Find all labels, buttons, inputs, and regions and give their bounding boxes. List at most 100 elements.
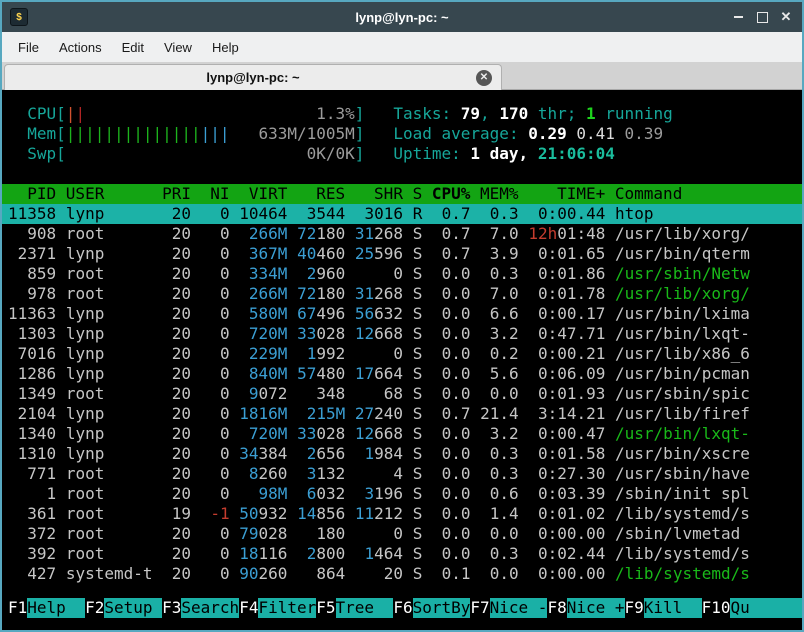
- cell-time: 0:02.44: [528, 544, 605, 563]
- process-row[interactable]: 1310 lynp 20 0 34384 2656 1984 S 0.0 0.3…: [2, 444, 802, 464]
- cell-pri: 20: [162, 484, 191, 503]
- text-run: [8, 124, 27, 143]
- process-row[interactable]: 11363 lynp 20 0 580M 67496 56632 S 0.0 6…: [2, 304, 802, 324]
- text-run: [519, 324, 529, 343]
- process-row[interactable]: 372 root 20 0 79028 180 0 S 0.0 0.0 0:00…: [2, 524, 802, 544]
- column-header-pri[interactable]: PRI: [162, 184, 201, 203]
- mem-meter-label: Mem[: [27, 124, 66, 143]
- process-row[interactable]: 1349 root 20 0 9072 348 68 S 0.0 0.0 0:0…: [2, 384, 802, 404]
- maximize-icon[interactable]: [756, 11, 768, 23]
- titlebar[interactable]: $ lynp@lyn-pc: ~ ✕: [2, 2, 802, 32]
- column-header-time[interactable]: TIME+: [528, 184, 615, 203]
- cell-mempct: 0.3: [480, 264, 519, 283]
- cell-ni: 0: [201, 544, 230, 563]
- cell-mem: 268: [374, 224, 403, 243]
- summary-text: Uptime:: [393, 144, 470, 163]
- cell-command: htop: [615, 204, 654, 223]
- cell-mem: 0: [355, 264, 403, 283]
- process-row[interactable]: 427 systemd-t 20 0 90260 864 20 S 0.1 0.…: [2, 564, 802, 584]
- column-header-mem[interactable]: MEM%: [480, 184, 528, 203]
- text-run: [153, 344, 163, 363]
- text-run: [403, 464, 413, 483]
- text-run: [56, 304, 66, 323]
- process-row[interactable]: 392 root 20 0 18116 2800 1464 S 0.0 0.3 …: [2, 544, 802, 564]
- fkey-f1-label[interactable]: Help: [27, 598, 85, 618]
- fkey-f8-label[interactable]: Nice +: [567, 598, 625, 618]
- summary-text: 170: [499, 104, 528, 123]
- text-run: [287, 484, 297, 503]
- text-run: [471, 304, 481, 323]
- text-run: [345, 364, 355, 383]
- column-header-command[interactable]: Command: [615, 184, 682, 203]
- text-run: [153, 304, 163, 323]
- fkey-f9[interactable]: F9: [625, 598, 644, 618]
- cell-mem: 196: [374, 484, 403, 503]
- text-run: [403, 484, 413, 503]
- menu-file[interactable]: File: [8, 35, 49, 60]
- text-run: [345, 504, 355, 523]
- fkey-f5-label[interactable]: Tree: [336, 598, 394, 618]
- terminal-screen[interactable]: CPU[|| 1.3%] Tasks: 79, 170 thr; 1 runni…: [2, 90, 802, 630]
- tab-terminal[interactable]: lynp@lyn-pc: ~ ✕: [4, 64, 502, 90]
- menu-help[interactable]: Help: [202, 35, 249, 60]
- process-row[interactable]: 1 root 20 0 98M 6032 3196 S 0.0 0.6 0:03…: [2, 484, 802, 504]
- fkey-f1[interactable]: F1: [8, 598, 27, 618]
- fkey-f6-label[interactable]: SortBy: [413, 598, 471, 618]
- process-row[interactable]: 361 root 19 -1 50932 14856 11212 S 0.0 1…: [2, 504, 802, 524]
- column-header-virt[interactable]: VIRT: [239, 184, 297, 203]
- text-run: [56, 384, 66, 403]
- column-header-ni[interactable]: NI: [201, 184, 240, 203]
- text-run: [153, 224, 163, 243]
- process-row[interactable]: 7016 lynp 20 0 229M 1992 0 S 0.0 0.2 0:0…: [2, 344, 802, 364]
- cell-mem: 384: [259, 444, 288, 463]
- process-row[interactable]: 908 root 20 0 266M 72180 31268 S 0.7 7.0…: [2, 224, 802, 244]
- fkey-f7-label[interactable]: Nice -: [490, 598, 548, 618]
- tab-close-icon[interactable]: ✕: [476, 70, 492, 86]
- fkey-f6[interactable]: F6: [393, 598, 412, 618]
- menu-edit[interactable]: Edit: [112, 35, 154, 60]
- process-row[interactable]: 11358 lynp 20 0 10464 3544 3016 R 0.7 0.…: [2, 204, 802, 224]
- text-run: [422, 484, 432, 503]
- column-header-pid[interactable]: PID: [8, 184, 66, 203]
- column-header-shr[interactable]: SHR: [355, 184, 413, 203]
- cell-state: S: [413, 504, 423, 523]
- fkey-f3[interactable]: F3: [162, 598, 181, 618]
- fkey-f8[interactable]: F8: [547, 598, 566, 618]
- cell-mem: 632: [374, 304, 403, 323]
- process-row[interactable]: 859 root 20 0 334M 2960 0 S 0.0 0.3 0:01…: [2, 264, 802, 284]
- text-run: [345, 204, 355, 223]
- text-run: [403, 544, 413, 563]
- column-header-s[interactable]: S: [413, 184, 432, 203]
- cell-user: root: [66, 264, 153, 283]
- fkey-f4[interactable]: F4: [239, 598, 258, 618]
- summary-text: Load average:: [393, 124, 528, 143]
- fkey-f2-label[interactable]: Setup: [104, 598, 162, 618]
- cell-mem: 14: [297, 504, 316, 523]
- fkey-f9-label[interactable]: Kill: [644, 598, 702, 618]
- process-row[interactable]: 2371 lynp 20 0 367M 40460 25596 S 0.7 3.…: [2, 244, 802, 264]
- close-icon[interactable]: ✕: [780, 11, 792, 23]
- fkey-f10-label[interactable]: Qu: [730, 598, 802, 618]
- process-row[interactable]: 1340 lynp 20 0 720M 33028 12668 S 0.0 3.…: [2, 424, 802, 444]
- summary-text: 0.29: [528, 124, 576, 143]
- column-header-user[interactable]: USER: [66, 184, 162, 203]
- column-header-cpu[interactable]: CPU%: [432, 184, 480, 203]
- cell-mem: 11: [355, 504, 374, 523]
- fkey-f7[interactable]: F7: [470, 598, 489, 618]
- column-header-res[interactable]: RES: [297, 184, 355, 203]
- minimize-icon[interactable]: [732, 11, 744, 23]
- fkey-f4-label[interactable]: Filter: [258, 598, 316, 618]
- process-row[interactable]: 771 root 20 0 8260 3132 4 S 0.0 0.3 0:27…: [2, 464, 802, 484]
- cell-mem: 334M: [239, 264, 287, 283]
- process-row[interactable]: 1286 lynp 20 0 840M 57480 17664 S 0.0 5.…: [2, 364, 802, 384]
- fkey-f10[interactable]: F10: [702, 598, 731, 618]
- fkey-f3-label[interactable]: Search: [181, 598, 239, 618]
- fkey-f5[interactable]: F5: [316, 598, 335, 618]
- menu-view[interactable]: View: [154, 35, 202, 60]
- process-row[interactable]: 978 root 20 0 266M 72180 31268 S 0.0 7.0…: [2, 284, 802, 304]
- process-row[interactable]: 1303 lynp 20 0 720M 33028 12668 S 0.0 3.…: [2, 324, 802, 344]
- process-row[interactable]: 2104 lynp 20 0 1816M 215M 27240 S 0.7 21…: [2, 404, 802, 424]
- cell-user: lynp: [66, 204, 153, 223]
- fkey-f2[interactable]: F2: [85, 598, 104, 618]
- menu-actions[interactable]: Actions: [49, 35, 112, 60]
